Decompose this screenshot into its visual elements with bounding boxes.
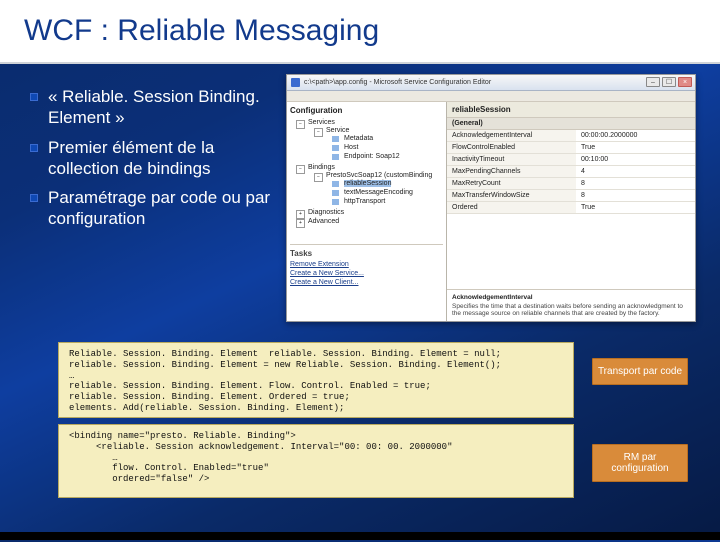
callout-label: RM par configuration	[592, 444, 688, 482]
tree-node[interactable]: Services Service Metadata Host Endpoint:…	[296, 118, 443, 163]
callout-label: Transport par code	[592, 358, 688, 385]
bullet-item: Paramétrage par code ou par configuratio…	[30, 187, 280, 230]
tasks-header: Tasks	[290, 249, 443, 258]
prop-row[interactable]: MaxTransferWindowSize8	[447, 190, 695, 202]
desc-title: AcknowledgementInterval	[452, 294, 690, 301]
tree-node[interactable]: Diagnostics	[296, 208, 443, 217]
minimize-button[interactable]: –	[646, 77, 660, 87]
prop-row[interactable]: FlowControlEnabledTrue	[447, 142, 695, 154]
prop-row[interactable]: AcknowledgementInterval00:00:00.2000000	[447, 130, 695, 142]
tree-leaf[interactable]: Endpoint: Soap12	[332, 152, 443, 161]
bullet-item: « Reliable. Session Binding. Element »	[30, 86, 280, 129]
window-titlebar: c:\<path>\app.config - Microsoft Service…	[287, 75, 695, 91]
tasks-panel: Tasks Remove Extension Create a New Serv…	[290, 244, 443, 287]
tree-node[interactable]: Bindings PrestoSvcSoap12 (customBinding …	[296, 163, 443, 208]
window-title-text: c:\<path>\app.config - Microsoft Service…	[304, 79, 491, 86]
property-section: (General)	[447, 118, 695, 130]
bullet-list: « Reliable. Session Binding. Element » P…	[30, 86, 280, 238]
code-block-xml: <binding name="presto. Reliable. Binding…	[58, 424, 574, 498]
task-link[interactable]: Remove Extension	[290, 260, 443, 269]
desc-body: Specifies the time that a destination wa…	[452, 303, 683, 317]
maximize-button[interactable]: ☐	[662, 77, 676, 87]
property-panel: reliableSession (General) Acknowledgemen…	[447, 102, 695, 321]
tree-node[interactable]: Service Metadata Host Endpoint: Soap12	[314, 126, 443, 162]
config-editor-window: c:\<path>\app.config - Microsoft Service…	[286, 74, 696, 322]
property-header: reliableSession	[447, 102, 695, 118]
close-button[interactable]: ×	[678, 77, 692, 87]
tree-panel: Configuration Services Service Metadata …	[287, 102, 447, 321]
tree-leaf[interactable]: textMessageEncoding	[332, 188, 443, 197]
slide-title: WCF : Reliable Messaging	[0, 0, 720, 64]
tree-leaf[interactable]: Host	[332, 143, 443, 152]
code-block-csharp: Reliable. Session. Binding. Element reli…	[58, 342, 574, 418]
bullet-item: Premier élément de la collection de bind…	[30, 137, 280, 180]
prop-row[interactable]: MaxRetryCount8	[447, 178, 695, 190]
property-grid: (General) AcknowledgementInterval00:00:0…	[447, 118, 695, 214]
window-buttons: – ☐ ×	[646, 77, 692, 87]
tree-leaf[interactable]: Metadata	[332, 134, 443, 143]
tree-node[interactable]: Advanced	[296, 217, 443, 226]
prop-row[interactable]: MaxPendingChannels4	[447, 166, 695, 178]
tree-leaf[interactable]: httpTransport	[332, 197, 443, 206]
tree-leaf-selected[interactable]: reliableSession	[332, 179, 443, 188]
menubar	[287, 91, 695, 102]
task-link[interactable]: Create a New Service...	[290, 269, 443, 278]
bottom-bar	[0, 532, 720, 540]
tree-node[interactable]: PrestoSvcSoap12 (customBinding reliableS…	[314, 171, 443, 207]
slide-content: « Reliable. Session Binding. Element » P…	[0, 64, 720, 542]
prop-row[interactable]: OrderedTrue	[447, 202, 695, 214]
prop-row[interactable]: InactivityTimeout00:10:00	[447, 154, 695, 166]
app-icon	[291, 78, 300, 87]
property-description: AcknowledgementInterval Specifies the ti…	[447, 289, 695, 321]
tree-header: Configuration	[290, 106, 443, 115]
task-link[interactable]: Create a New Client...	[290, 278, 443, 287]
